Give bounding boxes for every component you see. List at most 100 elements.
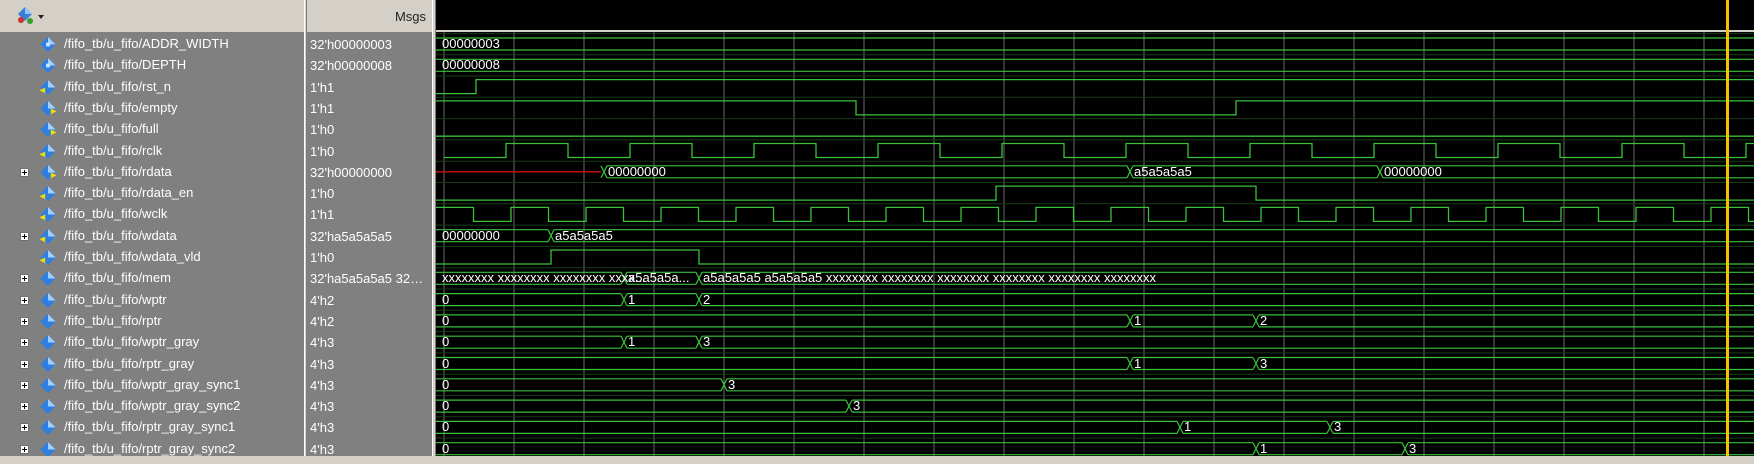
signal-name: /fifo_tb/u_fifo/wdata_vld	[64, 249, 201, 264]
signal-row[interactable]: /fifo_tb/u_fifo/wptr_gray_sync1	[0, 375, 304, 396]
signal-value: 1'h0	[310, 186, 335, 202]
wave-value-label: xxxxxxxx xxxxxxxx xxxxxxxx xxxx...	[442, 270, 646, 286]
expand-plus-icon[interactable]	[20, 295, 29, 305]
output-port-icon	[38, 164, 58, 181]
signal-list: /fifo_tb/u_fifo/ADDR_WIDTH/fifo_tb/u_fif…	[0, 32, 304, 464]
signal-row[interactable]: /fifo_tb/u_fifo/mem	[0, 268, 304, 289]
signal-name: /fifo_tb/u_fifo/rptr_gray_sync1	[64, 419, 236, 435]
wave-value-label: 1	[1134, 355, 1142, 371]
signal-row[interactable]: /fifo_tb/u_fifo/rptr_gray_sync1	[0, 417, 304, 438]
signal-name-pane: /fifo_tb/u_fifo/ADDR_WIDTH/fifo_tb/u_fif…	[0, 0, 304, 464]
expand-plus-icon[interactable]	[20, 274, 29, 284]
expand-plus-icon[interactable]	[20, 444, 29, 454]
signal-value: 1'h0	[310, 122, 335, 138]
signal-name: /fifo_tb/u_fifo/rclk	[64, 142, 163, 158]
signal-name: /fifo_tb/u_fifo/DEPTH	[64, 57, 187, 73]
signal-value: 4'h3	[310, 335, 335, 351]
wave-value-label: 0	[442, 440, 450, 456]
expand-plus-icon[interactable]	[20, 316, 29, 326]
wave-value-label: 00000008	[442, 57, 500, 73]
signal-name: /fifo_tb/u_fifo/wptr_gray_sync2	[64, 398, 241, 414]
signal-value: 1'h0	[310, 250, 335, 265]
signal-name: /fifo_tb/u_fifo/mem	[64, 270, 171, 286]
wave-value-label: 2	[1260, 312, 1268, 328]
signal-icon	[38, 377, 58, 394]
signal-value: 4'h2	[310, 313, 335, 329]
wave-value-label: 0	[442, 376, 450, 392]
signal-row[interactable]: /fifo_tb/u_fifo/ADDR_WIDTH	[0, 34, 304, 55]
parameter-icon	[38, 57, 58, 74]
signal-name: /fifo_tb/u_fifo/wptr_gray	[64, 334, 200, 350]
signal-value: 1'h1	[310, 100, 335, 116]
wave-value-label: a5a5a5a5	[1134, 163, 1192, 179]
signal-row[interactable]: /fifo_tb/u_fifo/wptr_gray_sync2	[0, 396, 304, 417]
expand-plus-icon[interactable]	[20, 402, 29, 412]
expand-plus-icon[interactable]	[20, 359, 29, 369]
time-cursor[interactable]	[1726, 0, 1729, 464]
signal-value: 4'h3	[310, 377, 335, 393]
wave-value-label: 00000000	[608, 163, 666, 179]
wave-value-label: 1	[1184, 419, 1192, 435]
signal-name: /fifo_tb/u_fifo/rst_n	[64, 78, 171, 94]
expand-plus-icon[interactable]	[20, 338, 29, 348]
wave-value-label: a5a5a5a5 a5a5a5a5 xxxxxxxx xxxxxxxx xxxx…	[703, 270, 1156, 286]
signal-value: 32'ha5a5a5a5	[310, 228, 393, 244]
signal-icon	[38, 270, 58, 287]
wave-value-label: 3	[853, 398, 861, 414]
wave-tool-icon[interactable]	[16, 6, 50, 26]
output-port-icon	[38, 100, 58, 117]
signal-value: 4'h3	[310, 420, 335, 436]
expand-plus-icon[interactable]	[20, 423, 29, 433]
signal-name: /fifo_tb/u_fifo/rptr	[64, 312, 162, 328]
signal-row[interactable]: /fifo_tb/u_fifo/rclk	[0, 141, 304, 162]
signal-row[interactable]: /fifo_tb/u_fifo/rptr_gray	[0, 354, 304, 375]
signal-row[interactable]: /fifo_tb/u_fifo/wdata	[0, 226, 304, 247]
signal-icon	[38, 313, 58, 330]
wave-value-label: a5a5a5a...	[628, 270, 690, 286]
signal-row[interactable]: /fifo_tb/u_fifo/rst_n	[0, 77, 304, 98]
signal-value: 4'h3	[310, 399, 335, 415]
signal-row[interactable]: /fifo_tb/u_fifo/full	[0, 119, 304, 140]
input-port-icon	[38, 206, 58, 223]
wave-value-label: 00000003	[442, 36, 500, 51]
input-port-icon	[38, 79, 58, 96]
signal-name: /fifo_tb/u_fifo/rdata	[64, 163, 172, 179]
signal-row[interactable]: /fifo_tb/u_fifo/rdata	[0, 162, 304, 183]
signal-row[interactable]: /fifo_tb/u_fifo/empty	[0, 98, 304, 119]
signal-value: 32'h00000003	[310, 37, 393, 52]
signal-row[interactable]: /fifo_tb/u_fifo/rdata_en	[0, 183, 304, 204]
wave-value-label: 3	[1409, 440, 1417, 456]
signal-row[interactable]: /fifo_tb/u_fifo/rptr	[0, 311, 304, 332]
signal-icon	[38, 419, 58, 436]
value-pane: Msgs 32'h00000003 32'h00000008 1'h1 1'h1 1'h…	[307, 0, 432, 464]
waveform-pane[interactable]: 00000003 00000008 00000000 a5a5a5a5 00000000…	[436, 0, 1754, 464]
expand-plus-icon[interactable]	[20, 380, 29, 390]
signal-icon	[38, 356, 58, 373]
input-port-icon	[38, 143, 58, 160]
expand-plus-icon[interactable]	[20, 167, 29, 177]
expand-plus-icon[interactable]	[20, 231, 29, 241]
signal-row[interactable]: /fifo_tb/u_fifo/wptr	[0, 290, 304, 311]
signal-name: /fifo_tb/u_fifo/empty	[64, 99, 178, 115]
signal-row[interactable]: /fifo_tb/u_fifo/wclk	[0, 204, 304, 225]
signal-name: /fifo_tb/u_fifo/ADDR_WIDTH	[64, 36, 229, 51]
signal-value: 1'h1	[310, 79, 335, 95]
signal-value: 1'h0	[310, 143, 335, 159]
signal-name: /fifo_tb/u_fifo/wptr	[64, 291, 167, 307]
signal-value: 32'h00000000	[310, 164, 393, 180]
wave-window: /fifo_tb/u_fifo/ADDR_WIDTH/fifo_tb/u_fif…	[0, 0, 1754, 464]
signal-value: 4'h3	[310, 356, 335, 372]
value-pane-header: Msgs	[307, 0, 432, 33]
signal-row[interactable]: /fifo_tb/u_fifo/wdata_vld	[0, 247, 304, 268]
wave-value-label: 0	[442, 291, 450, 307]
horizontal-scrollbar[interactable]	[0, 456, 1754, 464]
wave-value-label: 0	[442, 398, 450, 414]
signal-row[interactable]: /fifo_tb/u_fifo/wptr_gray	[0, 332, 304, 353]
wave-value-label: 2	[703, 291, 711, 307]
input-port-icon	[38, 249, 58, 266]
waveform-value-labels: 00000003 00000008 00000000 a5a5a5a5 00000000…	[436, 32, 1754, 464]
wave-value-label: 3	[703, 334, 711, 350]
input-port-icon	[38, 228, 58, 245]
signal-row[interactable]: /fifo_tb/u_fifo/DEPTH	[0, 55, 304, 76]
wave-value-label: 0	[442, 312, 450, 328]
